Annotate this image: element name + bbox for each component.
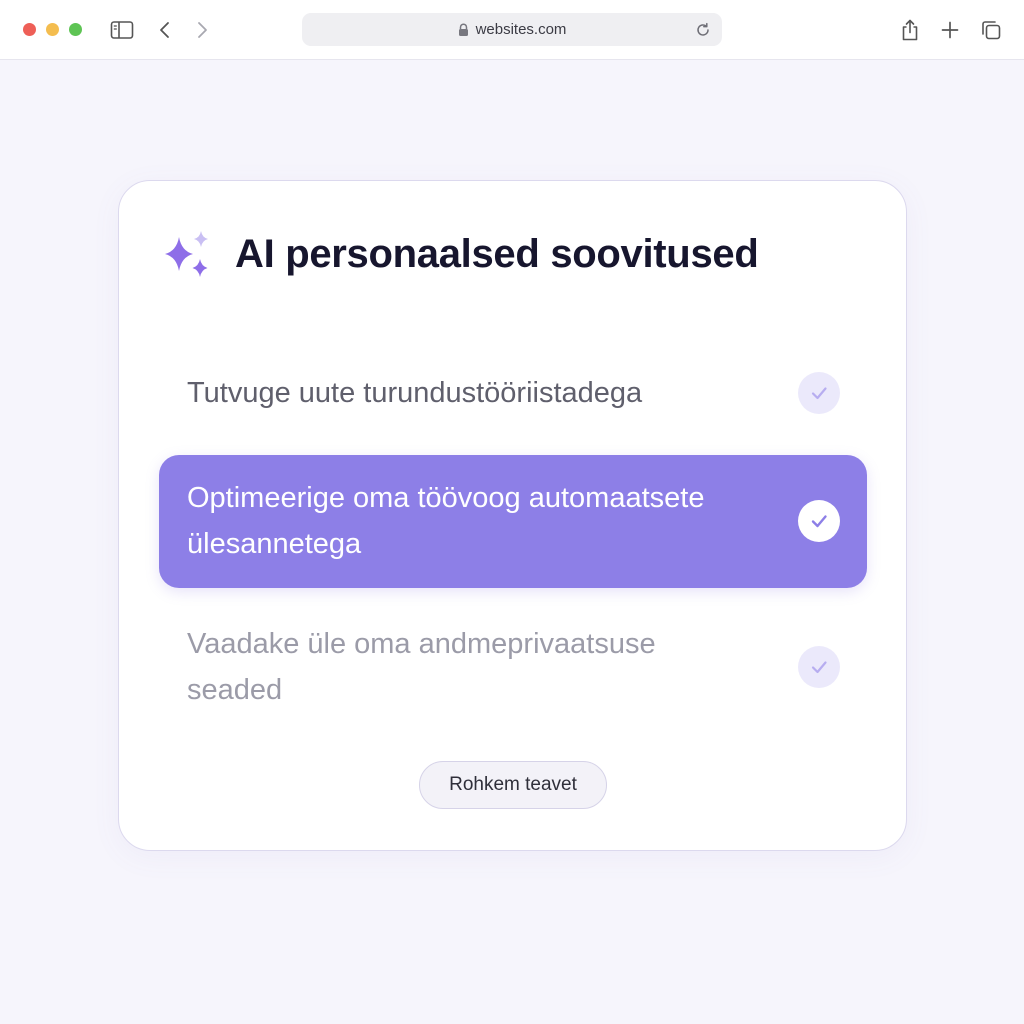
- minimize-window-button[interactable]: [46, 23, 59, 36]
- sparkle-icon: [159, 227, 217, 285]
- plus-icon[interactable]: [935, 15, 965, 45]
- recommendation-item-selected[interactable]: Optimeerige oma töövoog automaatsete üle…: [159, 455, 867, 588]
- recommendation-item[interactable]: Tutvuge uute turundustööriistadega: [159, 369, 867, 417]
- check-icon[interactable]: [798, 646, 840, 688]
- recommendations-card: AI personaalsed soovitused Tutvuge uute …: [118, 180, 907, 851]
- chevron-left-icon[interactable]: [150, 15, 180, 45]
- sidebar-icon[interactable]: [107, 15, 137, 45]
- learn-more-button[interactable]: Rohkem teavet: [419, 761, 607, 809]
- zoom-window-button[interactable]: [69, 23, 82, 36]
- check-icon[interactable]: [798, 500, 840, 542]
- recommendation-label: Vaadake üle oma andmeprivaatsuse seaded: [187, 628, 656, 706]
- share-icon[interactable]: [895, 15, 925, 45]
- lock-icon: [458, 23, 469, 37]
- tabs-overview-icon[interactable]: [976, 15, 1006, 45]
- url-text: websites.com: [475, 21, 567, 38]
- close-window-button[interactable]: [23, 23, 36, 36]
- recommendation-item[interactable]: Vaadake üle oma andmeprivaatsuse seaded: [159, 621, 867, 713]
- card-title: AI personaalsed soovitused: [235, 232, 759, 276]
- recommendation-label: Optimeerige oma töövoog automaatsete üle…: [187, 482, 705, 560]
- recommendation-label: Tutvuge uute turundustööriistadega: [187, 377, 643, 409]
- browser-toolbar: websites.com: [0, 0, 1024, 60]
- chevron-right-icon[interactable]: [187, 15, 217, 45]
- reload-icon[interactable]: [692, 19, 714, 41]
- address-bar[interactable]: websites.com: [302, 13, 722, 46]
- check-icon[interactable]: [798, 372, 840, 414]
